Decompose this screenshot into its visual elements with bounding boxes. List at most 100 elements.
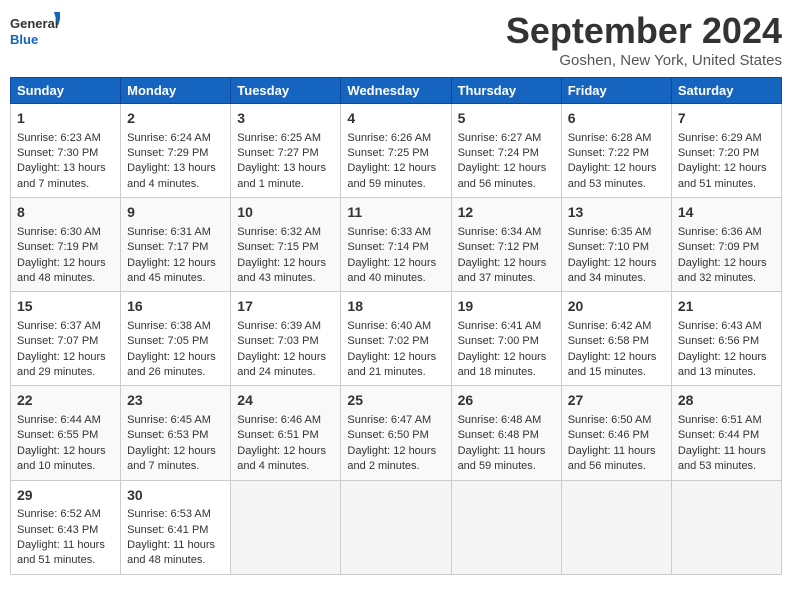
day-info: Daylight: 12 hours [347,444,444,459]
day-info: Daylight: 12 hours [678,350,775,365]
day-info: and 1 minute. [237,177,334,192]
day-info: Sunrise: 6:25 AM [237,131,334,146]
day-info: and 32 minutes. [678,271,775,286]
empty-cell [671,480,781,574]
day-info: and 4 minutes. [237,459,334,474]
day-info: and 53 minutes. [568,177,665,192]
calendar-subtitle: Goshen, New York, United States [506,52,782,69]
page-header: General Blue September 2024 Goshen, New … [10,10,782,69]
day-number: 23 [127,391,224,411]
calendar-day-24: 24Sunrise: 6:46 AMSunset: 6:51 PMDayligh… [231,386,341,480]
calendar-day-18: 18Sunrise: 6:40 AMSunset: 7:02 PMDayligh… [341,292,451,386]
day-info: Sunset: 7:30 PM [17,146,114,161]
day-info: Sunrise: 6:44 AM [17,413,114,428]
day-info: Sunset: 7:24 PM [458,146,555,161]
day-info: Daylight: 11 hours [568,444,665,459]
day-number: 4 [347,109,444,129]
day-info: Daylight: 12 hours [458,350,555,365]
day-info: Daylight: 12 hours [127,350,224,365]
day-number: 10 [237,203,334,223]
col-tuesday: Tuesday [231,78,341,104]
day-info: Sunset: 7:27 PM [237,146,334,161]
day-info: Sunset: 7:25 PM [347,146,444,161]
day-info: Sunrise: 6:32 AM [237,225,334,240]
day-info: Sunset: 6:51 PM [237,428,334,443]
day-info: and 59 minutes. [458,459,555,474]
calendar-day-22: 22Sunrise: 6:44 AMSunset: 6:55 PMDayligh… [11,386,121,480]
day-info: Daylight: 13 hours [17,161,114,176]
calendar-body: 1Sunrise: 6:23 AMSunset: 7:30 PMDaylight… [11,104,782,575]
calendar-day-16: 16Sunrise: 6:38 AMSunset: 7:05 PMDayligh… [121,292,231,386]
day-info: Daylight: 12 hours [347,350,444,365]
day-info: Sunrise: 6:45 AM [127,413,224,428]
day-info: Sunrise: 6:30 AM [17,225,114,240]
calendar-day-19: 19Sunrise: 6:41 AMSunset: 7:00 PMDayligh… [451,292,561,386]
day-info: Daylight: 12 hours [17,256,114,271]
day-info: Sunrise: 6:26 AM [347,131,444,146]
day-info: Sunset: 7:15 PM [237,240,334,255]
calendar-day-8: 8Sunrise: 6:30 AMSunset: 7:19 PMDaylight… [11,198,121,292]
day-info: and 4 minutes. [127,177,224,192]
day-info: Daylight: 13 hours [237,161,334,176]
day-info: Sunset: 7:02 PM [347,334,444,349]
day-info: and 37 minutes. [458,271,555,286]
day-info: Sunrise: 6:41 AM [458,319,555,334]
day-info: and 34 minutes. [568,271,665,286]
day-info: Sunset: 6:56 PM [678,334,775,349]
calendar-day-29: 29Sunrise: 6:52 AMSunset: 6:43 PMDayligh… [11,480,121,574]
day-info: Sunrise: 6:36 AM [678,225,775,240]
calendar-day-10: 10Sunrise: 6:32 AMSunset: 7:15 PMDayligh… [231,198,341,292]
day-info: and 56 minutes. [458,177,555,192]
day-info: Sunrise: 6:48 AM [458,413,555,428]
day-number: 24 [237,391,334,411]
calendar-day-15: 15Sunrise: 6:37 AMSunset: 7:07 PMDayligh… [11,292,121,386]
logo-svg: General Blue [10,10,60,52]
day-number: 28 [678,391,775,411]
day-info: and 56 minutes. [568,459,665,474]
day-number: 19 [458,297,555,317]
day-info: Sunset: 6:48 PM [458,428,555,443]
day-info: and 29 minutes. [17,365,114,380]
day-number: 2 [127,109,224,129]
logo: General Blue [10,10,60,52]
day-info: Daylight: 12 hours [237,350,334,365]
day-number: 12 [458,203,555,223]
day-info: Sunset: 7:29 PM [127,146,224,161]
calendar-day-3: 3Sunrise: 6:25 AMSunset: 7:27 PMDaylight… [231,104,341,198]
day-info: Sunset: 7:22 PM [568,146,665,161]
day-info: Sunset: 6:50 PM [347,428,444,443]
day-info: Sunrise: 6:42 AM [568,319,665,334]
day-info: Sunset: 6:44 PM [678,428,775,443]
day-info: Daylight: 11 hours [17,538,114,553]
day-number: 8 [17,203,114,223]
day-info: Sunrise: 6:37 AM [17,319,114,334]
calendar-week-3: 15 Sunrise: 6:37 AMSunset: 7:07 PM Dayligh… [11,292,782,386]
day-info: Sunset: 7:07 PM [17,334,114,349]
day-info: Daylight: 12 hours [127,444,224,459]
day-info: and 45 minutes. [127,271,224,286]
title-area: September 2024 Goshen, New York, United … [506,10,782,69]
calendar-day-25: 25Sunrise: 6:47 AMSunset: 6:50 PMDayligh… [341,386,451,480]
day-info: Daylight: 11 hours [127,538,224,553]
day-number: 15 [17,297,114,317]
day-info: Daylight: 12 hours [347,161,444,176]
day-info: Daylight: 11 hours [458,444,555,459]
calendar-title: September 2024 [506,10,782,52]
calendar-day-13: 13Sunrise: 6:35 AMSunset: 7:10 PMDayligh… [561,198,671,292]
calendar-day-14: 14Sunrise: 6:36 AMSunset: 7:09 PMDayligh… [671,198,781,292]
day-number: 21 [678,297,775,317]
empty-cell [231,480,341,574]
calendar-week-4: 22Sunrise: 6:44 AMSunset: 6:55 PMDayligh… [11,386,782,480]
day-info: Sunset: 6:43 PM [17,523,114,538]
day-info: Sunset: 6:53 PM [127,428,224,443]
day-info: Daylight: 13 hours [127,161,224,176]
day-info: and 13 minutes. [678,365,775,380]
day-info: Sunrise: 6:24 AM [127,131,224,146]
empty-cell [341,480,451,574]
day-info: Sunrise: 6:39 AM [237,319,334,334]
calendar-week-5: 29Sunrise: 6:52 AMSunset: 6:43 PMDayligh… [11,480,782,574]
day-info: Sunrise: 6:46 AM [237,413,334,428]
day-info: Sunset: 6:41 PM [127,523,224,538]
calendar-week-1: 1Sunrise: 6:23 AMSunset: 7:30 PMDaylight… [11,104,782,198]
day-number: 16 [127,297,224,317]
